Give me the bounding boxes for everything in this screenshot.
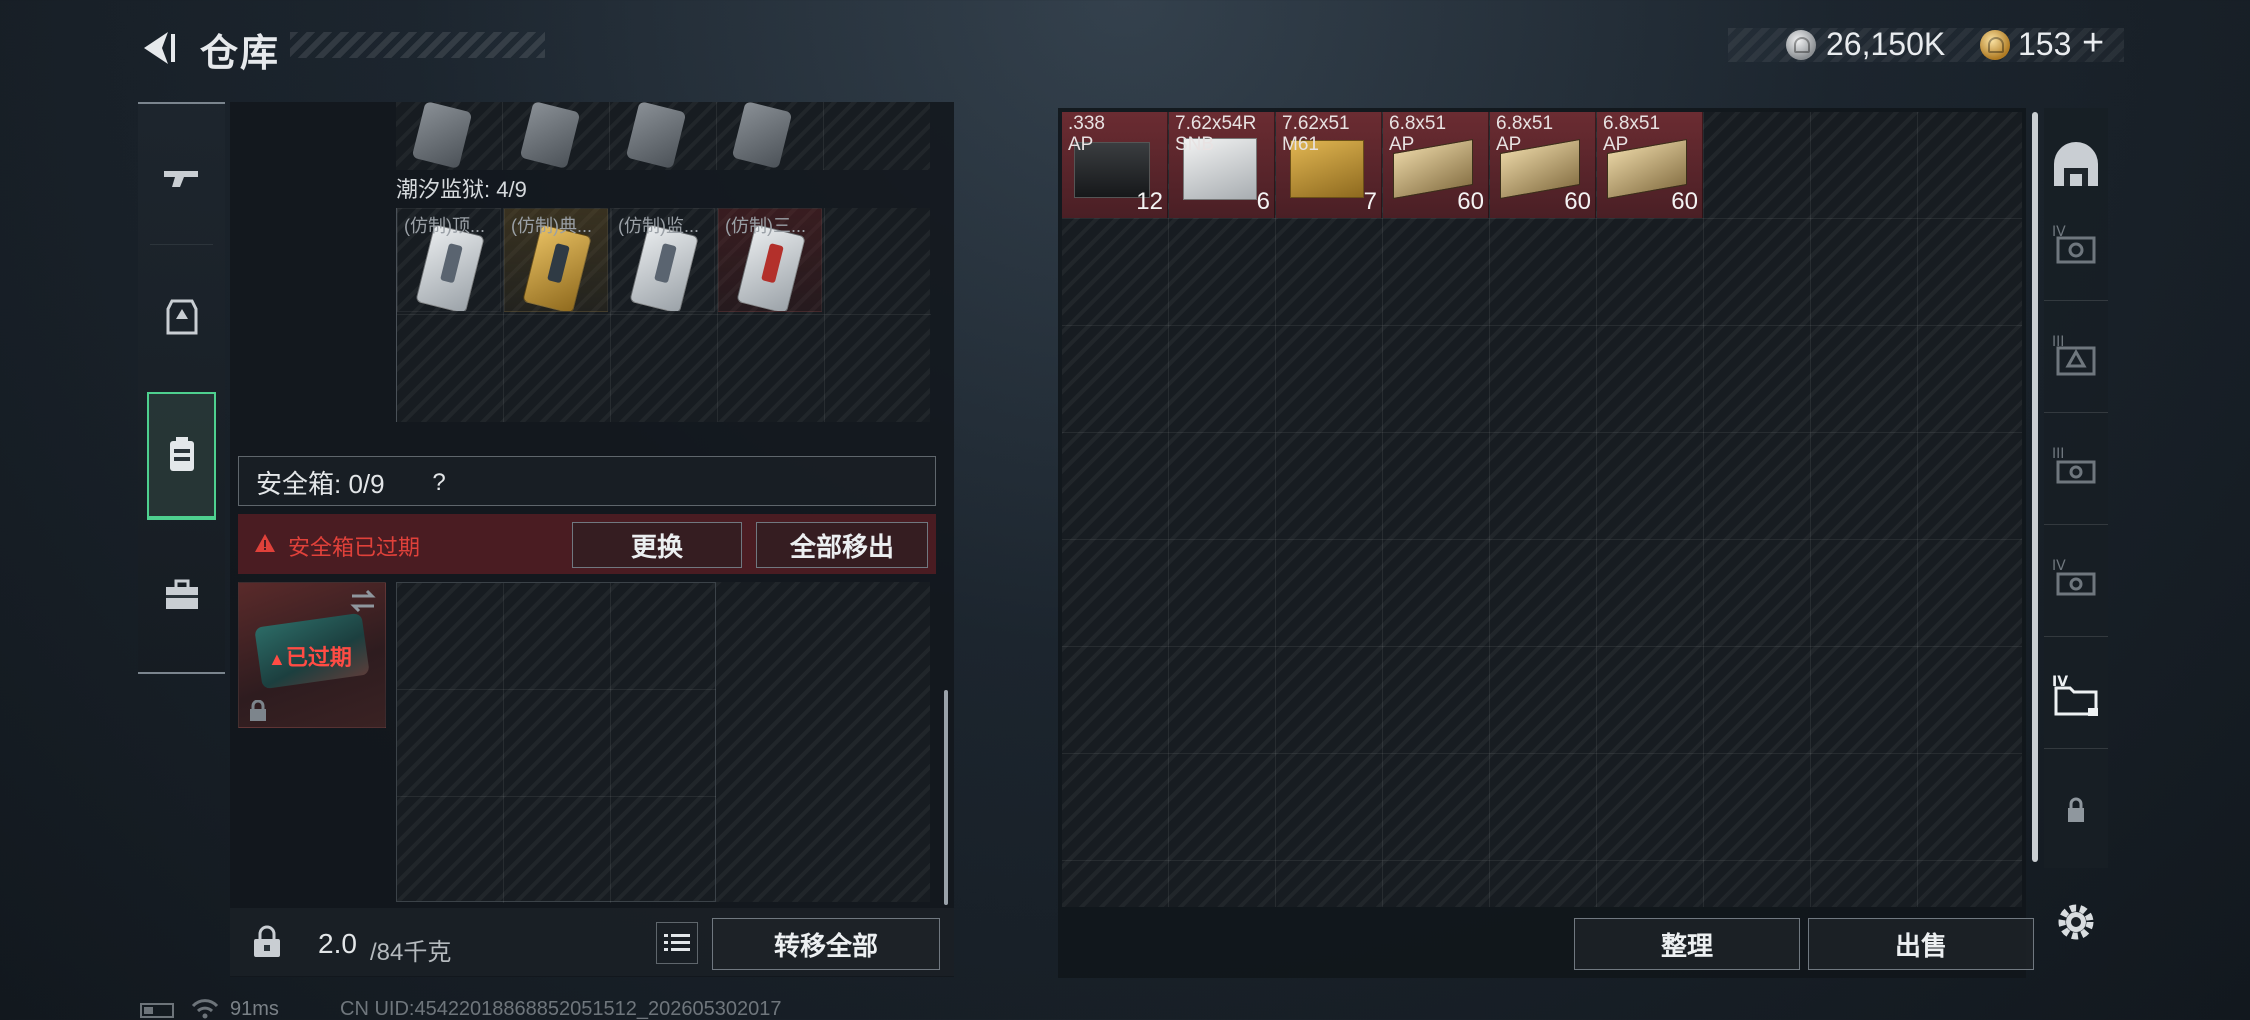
pistol-icon: [163, 171, 198, 187]
lock-icon: [2068, 797, 2084, 822]
ammo-item-6[interactable]: 6.8x51 AP 60: [1597, 112, 1703, 218]
storage-grid[interactable]: .338 AP 12 7.62x54R SNB 6 7.62x51 M61 7 …: [1062, 112, 2022, 907]
page-title: 仓库: [200, 33, 281, 75]
transfer-all-button[interactable]: 转移全部: [712, 918, 940, 970]
nav-separator: [150, 244, 213, 245]
tier-iv-folder-icon: IV: [2052, 674, 2098, 716]
tier-iv-box-icon: IV: [2052, 558, 2096, 596]
gold-coin-icon: [1980, 30, 2010, 60]
warning-icon: ▲: [268, 649, 286, 669]
left-scrollbar[interactable]: [944, 690, 948, 905]
weight-current: 2.0: [318, 928, 357, 959]
safe-box-grid[interactable]: [396, 582, 717, 903]
nav-toolbox[interactable]: [138, 540, 225, 650]
ammo-item-5[interactable]: 6.8x51 AP 60: [1490, 112, 1596, 218]
back-arrow-icon[interactable]: [138, 28, 178, 68]
tier-iii-box-icon: III: [2052, 334, 2096, 376]
nav-armor[interactable]: [138, 262, 225, 372]
wifi-icon: [191, 999, 219, 1019]
tide-item-2[interactable]: (仿制)典...: [504, 208, 608, 312]
filter-separator: [2044, 524, 2108, 525]
warning-icon: [255, 534, 275, 552]
sort-button[interactable]: 整理: [1574, 918, 1800, 970]
filter-locked[interactable]: [2044, 760, 2108, 860]
nav-weapons[interactable]: [138, 124, 225, 234]
tier-iv-case-icon: IV: [2052, 224, 2096, 264]
title-decoration: [290, 32, 545, 58]
svg-text:IV: IV: [2052, 558, 2066, 574]
top-container-grid[interactable]: [396, 101, 930, 170]
safe-box-title: 安全箱: 0/9: [256, 469, 385, 499]
nav-bottom-line: [138, 672, 225, 674]
silver-amount: 26,150K: [1826, 26, 1946, 62]
help-button[interactable]: ?: [422, 466, 456, 500]
tide-item-1[interactable]: (仿制)顶...: [397, 208, 501, 312]
swap-icon[interactable]: [348, 588, 378, 614]
filter-tier-iv-b[interactable]: IV: [2044, 530, 2108, 630]
nav-top-line: [138, 102, 225, 104]
item-card-partial[interactable]: [625, 101, 687, 169]
filter-separator: [2044, 412, 2108, 413]
svg-text:III: III: [2052, 446, 2064, 462]
add-currency-button[interactable]: +: [2082, 22, 2104, 65]
safe-box-grid-extra: [716, 582, 930, 902]
safe-box-expired-warning: 安全箱已过期: [288, 535, 421, 560]
ammo-item-1[interactable]: .338 AP 12: [1062, 112, 1168, 218]
weight-lock-button[interactable]: [236, 912, 298, 972]
silver-coin-icon: [1786, 30, 1816, 60]
filter-separator: [2044, 300, 2108, 301]
filter-tier-iii-a[interactable]: III: [2044, 306, 2108, 406]
nav-backpack[interactable]: [138, 400, 225, 510]
weight-lock-icon: [254, 925, 280, 957]
expired-label: ▲已过期: [268, 645, 352, 670]
sell-button[interactable]: 出售: [1808, 918, 2034, 970]
filter-tier-iii-b[interactable]: III: [2044, 418, 2108, 518]
ammo-item-4[interactable]: 6.8x51 AP 60: [1383, 112, 1489, 218]
uid-readout: CN UID:454220188688520515​12_20260530201…: [340, 998, 782, 1020]
filter-separator: [2044, 748, 2108, 749]
filter-separator: [2044, 636, 2108, 637]
item-card-partial[interactable]: [731, 101, 793, 169]
storage-scrollbar[interactable]: [2032, 112, 2038, 862]
filter-tier-iv-folder[interactable]: IV: [2044, 646, 2108, 746]
gear-icon: [2058, 904, 2094, 940]
list-view-button[interactable]: [656, 922, 698, 964]
ammo-item-3[interactable]: 7.62x51 M61 7: [1276, 112, 1382, 218]
move-all-out-button[interactable]: 全部移出: [756, 522, 928, 568]
item-card-partial[interactable]: [411, 101, 473, 169]
lock-icon: [250, 700, 266, 721]
tide-item-3[interactable]: (仿制)监...: [611, 208, 715, 312]
ammo-item-2[interactable]: 7.62x54R SNB 6: [1169, 112, 1275, 218]
backpack-icon: [169, 437, 194, 471]
ping-readout: 91ms: [230, 998, 279, 1020]
tier-iii-case-icon: III: [2052, 446, 2096, 484]
tide-item-4[interactable]: (仿制)三...: [718, 208, 822, 312]
briefcase-icon: [165, 579, 198, 609]
filter-tier-iv-a[interactable]: IV: [2044, 196, 2108, 296]
replace-button[interactable]: 更换: [572, 522, 742, 568]
warehouse-icon: [2054, 142, 2098, 186]
vest-icon: [166, 299, 197, 335]
tide-prison-grid[interactable]: (仿制)顶... (仿制)典... (仿制)监... (仿制)三...: [396, 208, 931, 422]
list-icon: [664, 934, 690, 951]
weight-max: /84千克: [370, 939, 452, 966]
settings-button[interactable]: [2050, 896, 2102, 948]
tide-prison-label: 潮汐监狱: 4/9: [396, 177, 527, 202]
item-card-partial[interactable]: [519, 101, 581, 169]
gold-amount: 153: [2018, 26, 2072, 62]
battery-icon: [140, 1003, 174, 1018]
